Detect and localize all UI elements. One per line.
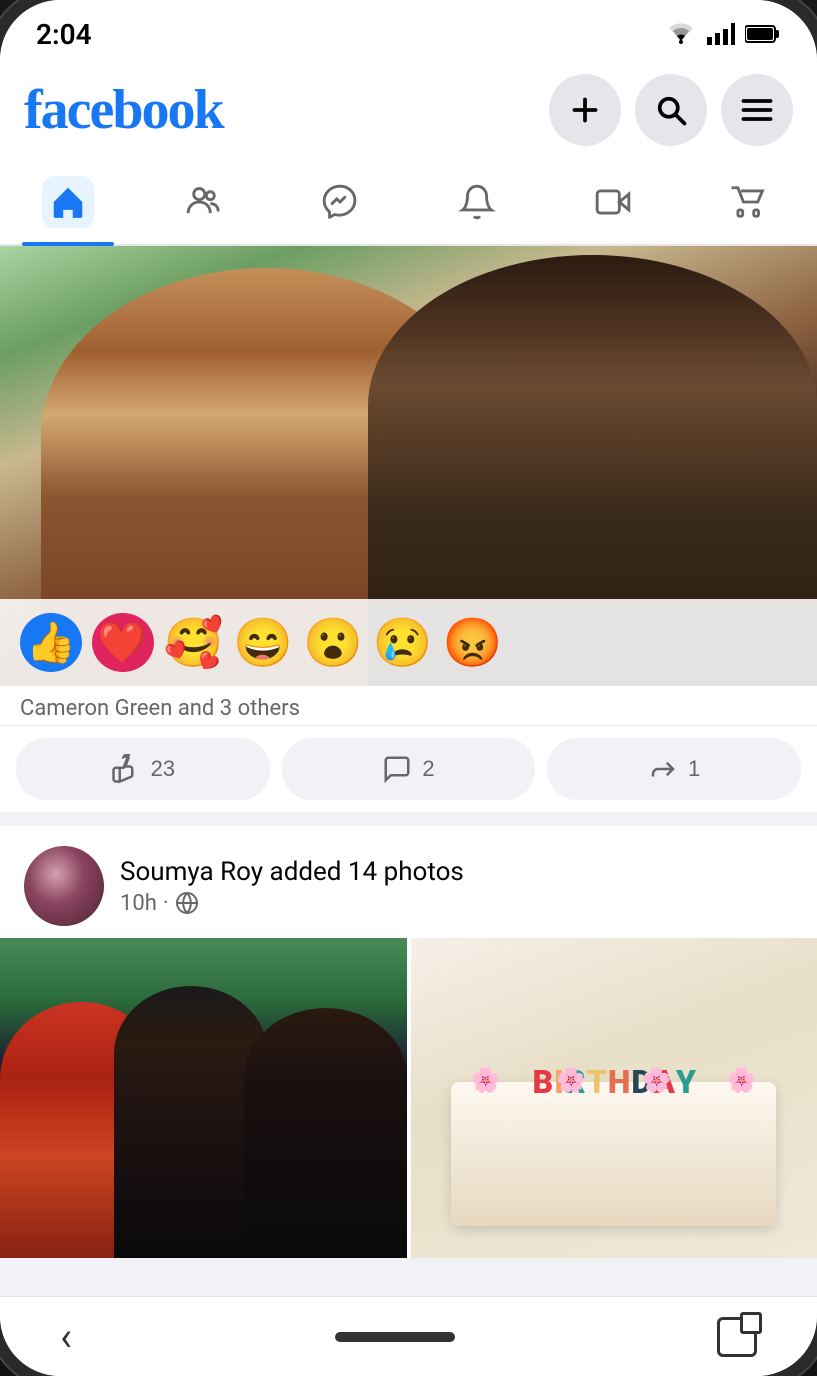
menu-button[interactable] bbox=[721, 74, 793, 146]
post-actions: 23 2 1 bbox=[0, 725, 817, 812]
reaction-haha[interactable]: 😄 bbox=[233, 614, 293, 671]
post-author: Soumya Roy added 14 photos bbox=[120, 857, 793, 887]
phone-frame: 2:04 facebook bbox=[0, 0, 817, 1376]
nav-item-notifications[interactable] bbox=[431, 166, 523, 238]
reaction-sad[interactable]: 😢 bbox=[373, 614, 433, 671]
home-icon-container bbox=[42, 176, 94, 228]
thumbs-up-icon bbox=[111, 754, 141, 784]
post-card-1: 👍 ❤️ 🥰 😄 😮 😢 😡 Cameron Green and 3 other… bbox=[0, 246, 817, 812]
video-icon bbox=[594, 183, 632, 221]
comment-button[interactable]: 2 bbox=[282, 738, 536, 800]
photo-cell-1[interactable] bbox=[0, 938, 407, 1258]
home-icon bbox=[49, 183, 87, 221]
post-meta: Soumya Roy added 14 photos 10h · bbox=[120, 857, 793, 916]
nav-bar bbox=[0, 158, 817, 246]
facebook-logo: facebook bbox=[24, 82, 223, 138]
photo-cell-2[interactable]: B I R T H D A Y 🌸 🌸 bbox=[411, 938, 817, 1258]
marketplace-icon bbox=[730, 183, 768, 221]
avatar-image bbox=[24, 846, 104, 926]
friends-icon-container bbox=[178, 176, 230, 228]
photo-grid: B I R T H D A Y 🌸 🌸 bbox=[0, 938, 817, 1258]
like-button[interactable]: 23 bbox=[16, 738, 270, 800]
friends-icon bbox=[185, 183, 223, 221]
bottom-system-bar: ‹ bbox=[0, 1296, 817, 1376]
video-icon-container bbox=[587, 176, 639, 228]
reactions-overlay: 👍 ❤️ 🥰 😄 😮 😢 😡 bbox=[0, 599, 817, 686]
messenger-icon bbox=[321, 183, 359, 221]
globe-icon bbox=[175, 891, 199, 915]
home-indicator[interactable] bbox=[335, 1332, 455, 1342]
messenger-icon-container bbox=[314, 176, 366, 228]
post-header-2: Soumya Roy added 14 photos 10h · bbox=[0, 826, 817, 938]
reaction-love[interactable]: ❤️ bbox=[92, 613, 154, 672]
post-image: 👍 ❤️ 🥰 😄 😮 😢 😡 bbox=[0, 246, 817, 686]
nav-item-marketplace[interactable] bbox=[703, 166, 795, 238]
author-avatar bbox=[24, 846, 104, 926]
reaction-angry[interactable]: 😡 bbox=[443, 614, 503, 671]
nav-item-video[interactable] bbox=[567, 166, 659, 238]
header: facebook bbox=[0, 60, 817, 158]
likes-row: Cameron Green and 3 others bbox=[0, 686, 817, 725]
add-button[interactable] bbox=[549, 74, 621, 146]
signal-icon bbox=[707, 23, 735, 45]
group-photo bbox=[0, 938, 407, 1258]
share-icon bbox=[648, 754, 678, 784]
comment-count: 2 bbox=[422, 756, 434, 782]
header-actions bbox=[549, 74, 793, 146]
hamburger-icon bbox=[739, 92, 775, 128]
search-icon bbox=[653, 92, 689, 128]
nav-item-friends[interactable] bbox=[158, 166, 250, 238]
photo-count: 14 photos bbox=[348, 857, 464, 887]
back-button[interactable]: ‹ bbox=[60, 1313, 72, 1360]
nav-item-home[interactable] bbox=[22, 166, 114, 238]
status-bar: 2:04 bbox=[0, 0, 817, 60]
bell-icon bbox=[458, 183, 496, 221]
wifi-icon bbox=[665, 23, 697, 45]
likes-text: Cameron Green and 3 others bbox=[20, 696, 300, 721]
post-card-2: Soumya Roy added 14 photos 10h · bbox=[0, 826, 817, 1258]
reaction-care[interactable]: 🥰 bbox=[164, 614, 224, 671]
nav-item-messenger[interactable] bbox=[294, 166, 386, 238]
rotate-button[interactable] bbox=[717, 1317, 757, 1357]
cake-photo: B I R T H D A Y 🌸 🌸 bbox=[411, 938, 817, 1258]
status-time: 2:04 bbox=[36, 18, 92, 51]
like-count: 23 bbox=[151, 756, 175, 782]
marketplace-icon-container bbox=[723, 176, 775, 228]
reaction-like[interactable]: 👍 bbox=[20, 613, 82, 672]
reaction-wow[interactable]: 😮 bbox=[303, 614, 363, 671]
battery-icon bbox=[745, 24, 781, 44]
feed: 👍 ❤️ 🥰 😄 😮 😢 😡 Cameron Green and 3 other… bbox=[0, 246, 817, 1296]
plus-icon bbox=[567, 92, 603, 128]
post-time: 10h · bbox=[120, 891, 793, 916]
share-count: 1 bbox=[688, 756, 700, 782]
status-icons bbox=[665, 23, 781, 45]
share-button[interactable]: 1 bbox=[547, 738, 801, 800]
notifications-icon-container bbox=[451, 176, 503, 228]
comment-icon bbox=[382, 754, 412, 784]
search-button[interactable] bbox=[635, 74, 707, 146]
